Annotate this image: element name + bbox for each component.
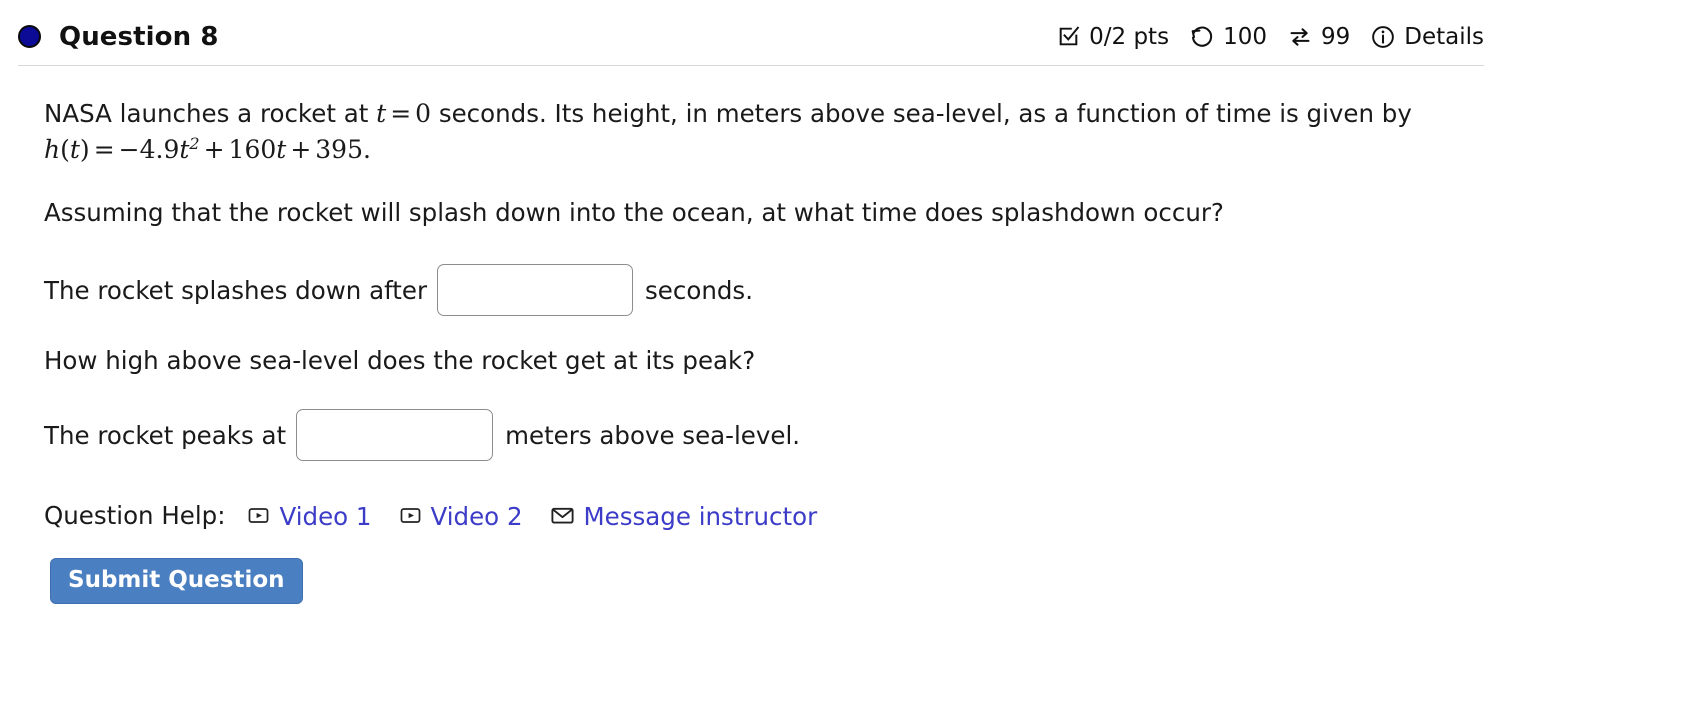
checkbox-check-icon xyxy=(1056,24,1081,49)
answer1-prefix-label: The rocket splashes down after xyxy=(44,275,428,305)
prompt-segment-1: NASA launches a rocket at xyxy=(44,99,377,128)
math-function-h: h xyxy=(44,135,61,164)
page-title: Question 8 xyxy=(59,21,219,52)
help-link-label: Video 2 xyxy=(430,502,523,531)
math-exponent-2: 2 xyxy=(189,133,200,153)
peak-height-input[interactable] xyxy=(296,409,494,461)
math-paren-close: ) xyxy=(79,135,90,164)
status-dot-icon xyxy=(18,25,41,48)
question-header-left: Question 8 xyxy=(18,22,219,52)
math-plus-1: + xyxy=(203,135,225,164)
math-term-t-linear: t xyxy=(276,135,287,164)
answer1-suffix-label: seconds. xyxy=(645,275,753,305)
attempts-value: 100 xyxy=(1223,24,1267,50)
rotate-left-icon xyxy=(1189,24,1215,50)
question-help-row: Question Help: Video 1 Video 2 Message i… xyxy=(44,501,1464,531)
help-link-message-instructor[interactable]: Message instructor xyxy=(550,501,818,531)
question-page: Question 8 0/2 pts 100 99 Details NASA l… xyxy=(0,0,1703,709)
question-part1-prompt: Assuming that the rocket will splash dow… xyxy=(44,198,1224,227)
question-part2-prompt: How high above sea-level does the rocket… xyxy=(44,346,756,375)
attempts-group: 100 xyxy=(1189,24,1267,50)
math-coefficient-a: 4.9 xyxy=(139,135,180,164)
answer2-prefix-label: The rocket peaks at xyxy=(44,420,287,450)
details-group[interactable]: Details xyxy=(1370,24,1484,50)
math-constant-c: 395 xyxy=(315,135,363,164)
question-header: Question 8 0/2 pts 100 99 Details xyxy=(18,8,1484,66)
envelope-icon xyxy=(550,503,575,528)
math-equals-2: = xyxy=(93,135,115,164)
question-header-meta: 0/2 pts 100 99 Details xyxy=(1056,24,1484,50)
details-label[interactable]: Details xyxy=(1404,26,1484,49)
score-value: 0/2 pts xyxy=(1089,24,1170,50)
math-minus-sign: − xyxy=(118,135,140,164)
versions-group: 99 xyxy=(1287,24,1350,50)
math-paren-open: ( xyxy=(60,135,70,164)
math-term-t-squared: t xyxy=(179,135,190,164)
help-link-label: Message instructor xyxy=(583,502,818,531)
math-variable-t: t xyxy=(376,99,387,128)
video-play-icon xyxy=(399,504,422,527)
splashdown-time-input[interactable] xyxy=(437,264,634,316)
swap-arrows-icon xyxy=(1287,24,1313,50)
question-help-label: Question Help: xyxy=(44,501,226,530)
math-equals-1: = xyxy=(390,99,412,128)
math-zero: 0 xyxy=(415,99,432,128)
score-group: 0/2 pts xyxy=(1056,24,1169,49)
answer2-suffix-label: meters above sea-level. xyxy=(505,420,801,450)
math-plus-2: + xyxy=(290,135,312,164)
help-link-video-1[interactable]: Video 1 xyxy=(247,501,372,531)
info-circle-icon[interactable] xyxy=(1370,24,1396,50)
math-coefficient-b: 160 xyxy=(228,135,277,164)
question-body: NASA launches a rocket at t = 0 seconds. I… xyxy=(44,92,1464,604)
answer-row-peak: The rocket peaks at meters above sea-lev… xyxy=(44,409,1464,461)
math-function-arg: t xyxy=(69,135,80,164)
prompt-segment-2: seconds. Its height, in meters above sea… xyxy=(431,99,1412,128)
question-prompt-paragraph: NASA launches a rocket at t = 0 seconds. I… xyxy=(44,96,1464,168)
help-link-label: Video 1 xyxy=(279,502,372,531)
video-play-icon xyxy=(247,504,270,527)
submit-question-button[interactable]: Submit Question xyxy=(50,558,303,604)
math-period: . xyxy=(362,135,371,164)
help-link-video-2[interactable]: Video 2 xyxy=(399,501,523,531)
versions-value: 99 xyxy=(1320,24,1351,50)
answer-row-splashdown: The rocket splashes down after seconds. xyxy=(44,264,1464,316)
